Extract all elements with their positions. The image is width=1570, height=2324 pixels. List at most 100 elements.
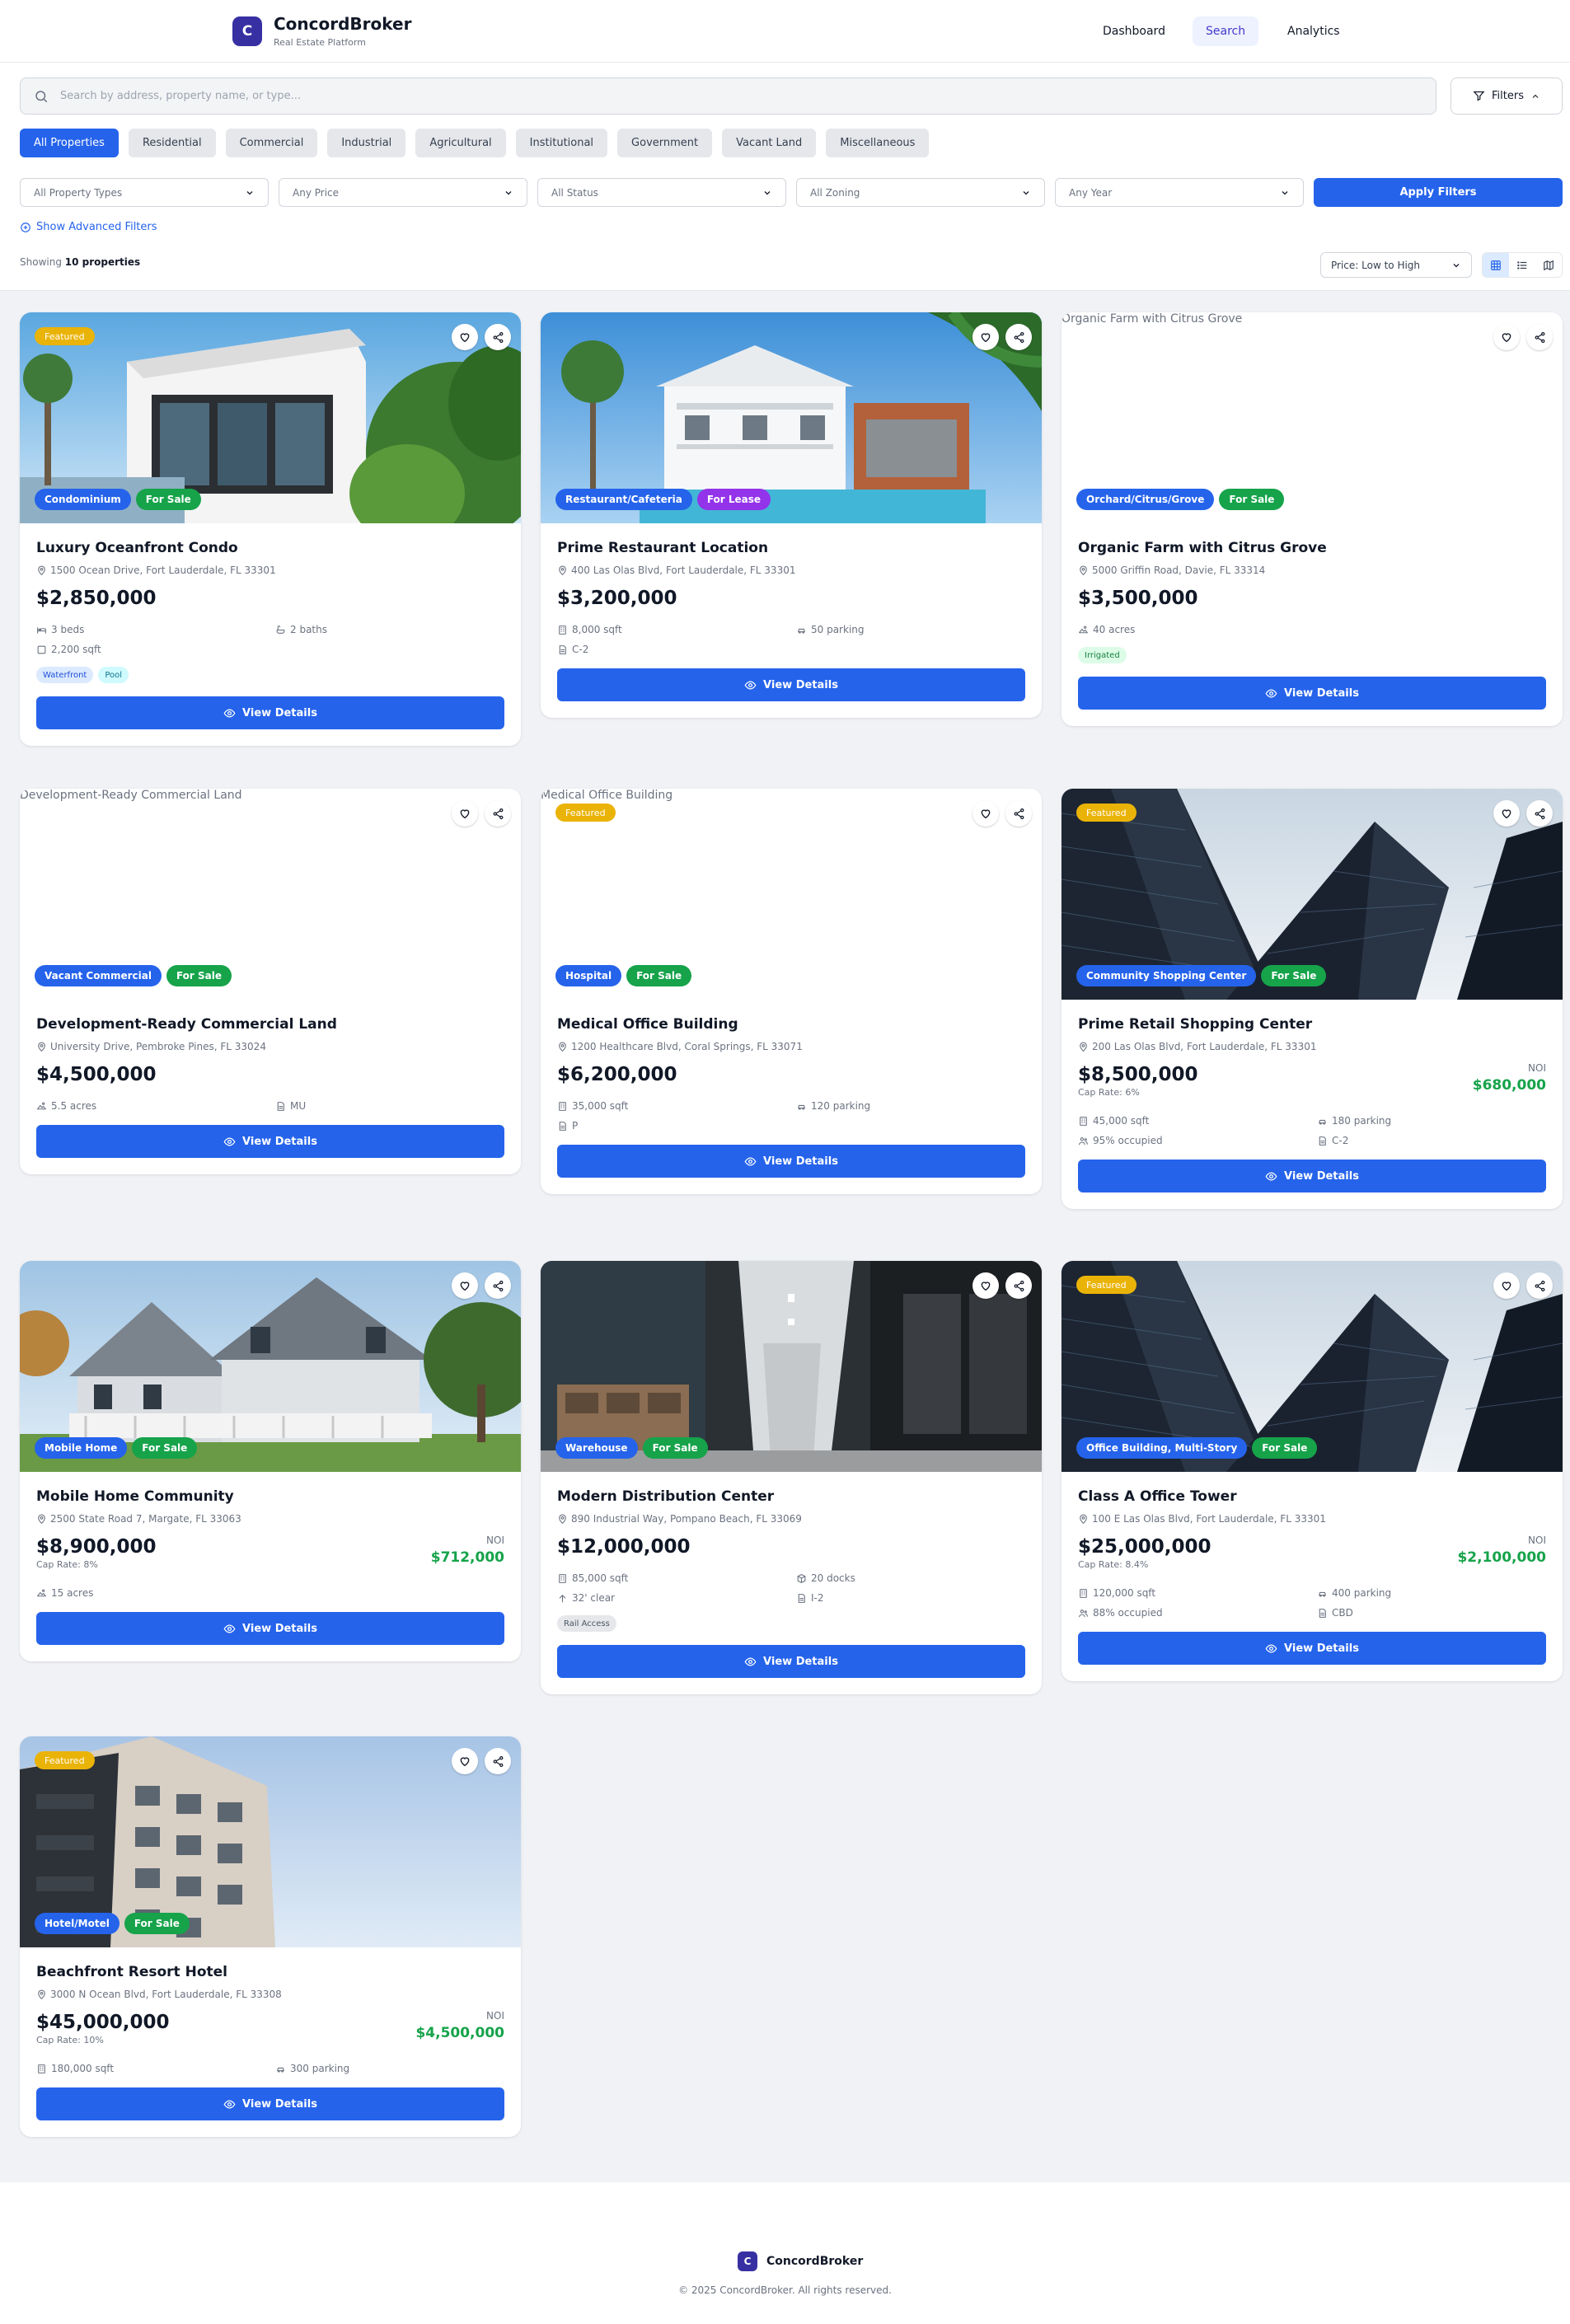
property-tags: Rail Access	[557, 1615, 1025, 1632]
property-image[interactable]: Warehouse For Sale	[541, 1261, 1042, 1472]
sort-select[interactable]: Price: Low to High	[1320, 252, 1472, 278]
noi-label: NOI	[1528, 1062, 1546, 1074]
chevron-down-icon	[1282, 190, 1288, 194]
category-chip-agricultural[interactable]: Agricultural	[415, 129, 506, 157]
nav-dashboard[interactable]: Dashboard	[1090, 16, 1179, 46]
property-image[interactable]: Featured Community Shopping Center For Sal…	[1062, 789, 1563, 1000]
favorite-button[interactable]	[972, 800, 999, 827]
property-title: Medical Office Building	[557, 1016, 738, 1033]
share-button[interactable]	[1005, 800, 1032, 827]
spec-item: I-2	[796, 1592, 1019, 1604]
view-details-button[interactable]: View Details	[557, 1645, 1025, 1678]
grid-view-button[interactable]	[1483, 253, 1509, 277]
category-chip-government[interactable]: Government	[617, 129, 713, 157]
property-image[interactable]: Featured Office Building, Multi-Story For …	[1062, 1261, 1563, 1472]
spec-item: MU	[275, 1100, 498, 1112]
property-image[interactable]: Featured Hotel/Motel For Sale	[20, 1736, 521, 1947]
property-card[interactable]: Featured Condominium For Sale Luxury Oceanf…	[20, 312, 521, 746]
app-logo[interactable]: C	[232, 16, 262, 46]
favorite-button[interactable]	[972, 324, 999, 350]
property-type-select[interactable]: All Property Types	[20, 178, 269, 207]
property-card[interactable]: Featured Office Building, Multi-Story For …	[1062, 1261, 1563, 1681]
year-select[interactable]: Any Year	[1055, 178, 1304, 207]
favorite-button[interactable]	[452, 1272, 478, 1299]
image-alt-text: Development-Ready Commercial Land	[20, 789, 242, 802]
favorite-button[interactable]	[1493, 1272, 1520, 1299]
share-button[interactable]	[1005, 1272, 1032, 1299]
building-icon	[1080, 1588, 1087, 1598]
property-image[interactable]: Restaurant/Cafeteria For Lease	[541, 312, 1042, 523]
property-card[interactable]: Featured Community Shopping Center For Sal…	[1062, 789, 1563, 1209]
property-image[interactable]: Organic Farm with Citrus Grove Orchard/Ci…	[1062, 312, 1563, 523]
view-details-button[interactable]: View Details	[36, 696, 504, 729]
view-details-button[interactable]: View Details	[1078, 1160, 1546, 1192]
badge-group: Mobile Home For Sale	[35, 1437, 198, 1459]
category-chip-miscellaneous[interactable]: Miscellaneous	[826, 129, 930, 157]
property-title: Class A Office Tower	[1078, 1488, 1237, 1505]
view-details-button[interactable]: View Details	[36, 1125, 504, 1158]
property-image[interactable]: Development-Ready Commercial Land Vacant …	[20, 789, 521, 1000]
spec-text: 95% occupied	[1093, 1135, 1163, 1146]
category-chip-industrial[interactable]: Industrial	[327, 129, 406, 157]
favorite-button[interactable]	[452, 324, 478, 350]
favorite-button[interactable]	[972, 1272, 999, 1299]
featured-badge: Featured	[35, 327, 95, 345]
map-view-button[interactable]	[1535, 253, 1562, 277]
filters-toggle-button[interactable]: Filters	[1450, 77, 1563, 115]
property-card[interactable]: Development-Ready Commercial Land Vacant …	[20, 789, 521, 1174]
price-row: $8,500,000 Cap Rate: 6% NOI $680,000	[1078, 1062, 1546, 1103]
badge-group: Office Building, Multi-Story For Sale	[1076, 1437, 1318, 1459]
view-details-button[interactable]: View Details	[36, 2087, 504, 2120]
share-button[interactable]	[1005, 324, 1032, 350]
favorite-button[interactable]	[1493, 324, 1520, 350]
category-chip-all-properties[interactable]: All Properties	[20, 129, 119, 157]
property-card[interactable]: Organic Farm with Citrus Grove Orchard/Ci…	[1062, 312, 1563, 726]
share-button[interactable]	[485, 1748, 511, 1774]
property-card[interactable]: Warehouse For Sale Modern Distribution Cen…	[541, 1261, 1042, 1694]
view-details-button[interactable]: View Details	[1078, 1632, 1546, 1665]
share-button[interactable]	[485, 800, 511, 827]
apply-filters-button[interactable]: Apply Filters	[1314, 178, 1563, 207]
nav-search[interactable]: Search	[1193, 16, 1259, 46]
property-image[interactable]: Medical Office Building Featured Hospital F…	[541, 789, 1042, 1000]
share-button[interactable]	[1526, 800, 1553, 827]
property-type-badge: Orchard/Citrus/Grove	[1076, 489, 1215, 510]
users-icon	[1079, 1609, 1088, 1617]
zoning-select[interactable]: All Zoning	[796, 178, 1045, 207]
favorite-button[interactable]	[452, 800, 478, 827]
favorite-button[interactable]	[1493, 800, 1520, 827]
show-advanced-filters-link[interactable]: Show Advanced Filters	[20, 221, 157, 233]
view-details-button[interactable]: View Details	[1078, 677, 1546, 710]
share-icon	[493, 808, 503, 819]
map-pin-icon	[38, 1042, 45, 1052]
view-details-button[interactable]: View Details	[36, 1612, 504, 1645]
spec-item: 120,000 sqft	[1078, 1587, 1317, 1599]
view-details-button[interactable]: View Details	[557, 668, 1025, 701]
share-button[interactable]	[1526, 1272, 1553, 1299]
search-input[interactable]	[60, 78, 1379, 114]
property-image[interactable]: Featured Condominium For Sale	[20, 312, 521, 523]
share-button[interactable]	[485, 1272, 511, 1299]
noi-block: NOI $2,100,000	[1457, 1534, 1546, 1566]
category-chip-vacant-land[interactable]: Vacant Land	[722, 129, 817, 157]
share-button[interactable]	[485, 324, 511, 350]
share-button[interactable]	[1526, 324, 1553, 350]
category-chip-commercial[interactable]: Commercial	[225, 129, 318, 157]
property-card[interactable]: Medical Office Building Featured Hospital F…	[541, 789, 1042, 1194]
property-card[interactable]: Restaurant/Cafeteria For Lease Prime Resta…	[541, 312, 1042, 718]
property-image[interactable]: Mobile Home For Sale	[20, 1261, 521, 1472]
list-view-button[interactable]	[1509, 253, 1535, 277]
status-select[interactable]: All Status	[537, 178, 786, 207]
document-icon	[1319, 1136, 1326, 1146]
property-title: Prime Restaurant Location	[557, 540, 769, 556]
property-card[interactable]: Mobile Home For Sale Mobile Home Community…	[20, 1261, 521, 1661]
price-select[interactable]: Any Price	[279, 178, 527, 207]
category-chip-residential[interactable]: Residential	[128, 129, 216, 157]
map-pin-icon	[559, 1042, 566, 1052]
nav-analytics[interactable]: Analytics	[1274, 16, 1353, 46]
category-chip-institutional[interactable]: Institutional	[515, 129, 608, 157]
view-details-button[interactable]: View Details	[557, 1145, 1025, 1178]
list-icon	[1517, 260, 1527, 269]
property-card[interactable]: Featured Hotel/Motel For Sale Beachfront Re…	[20, 1736, 521, 2137]
favorite-button[interactable]	[452, 1748, 478, 1774]
